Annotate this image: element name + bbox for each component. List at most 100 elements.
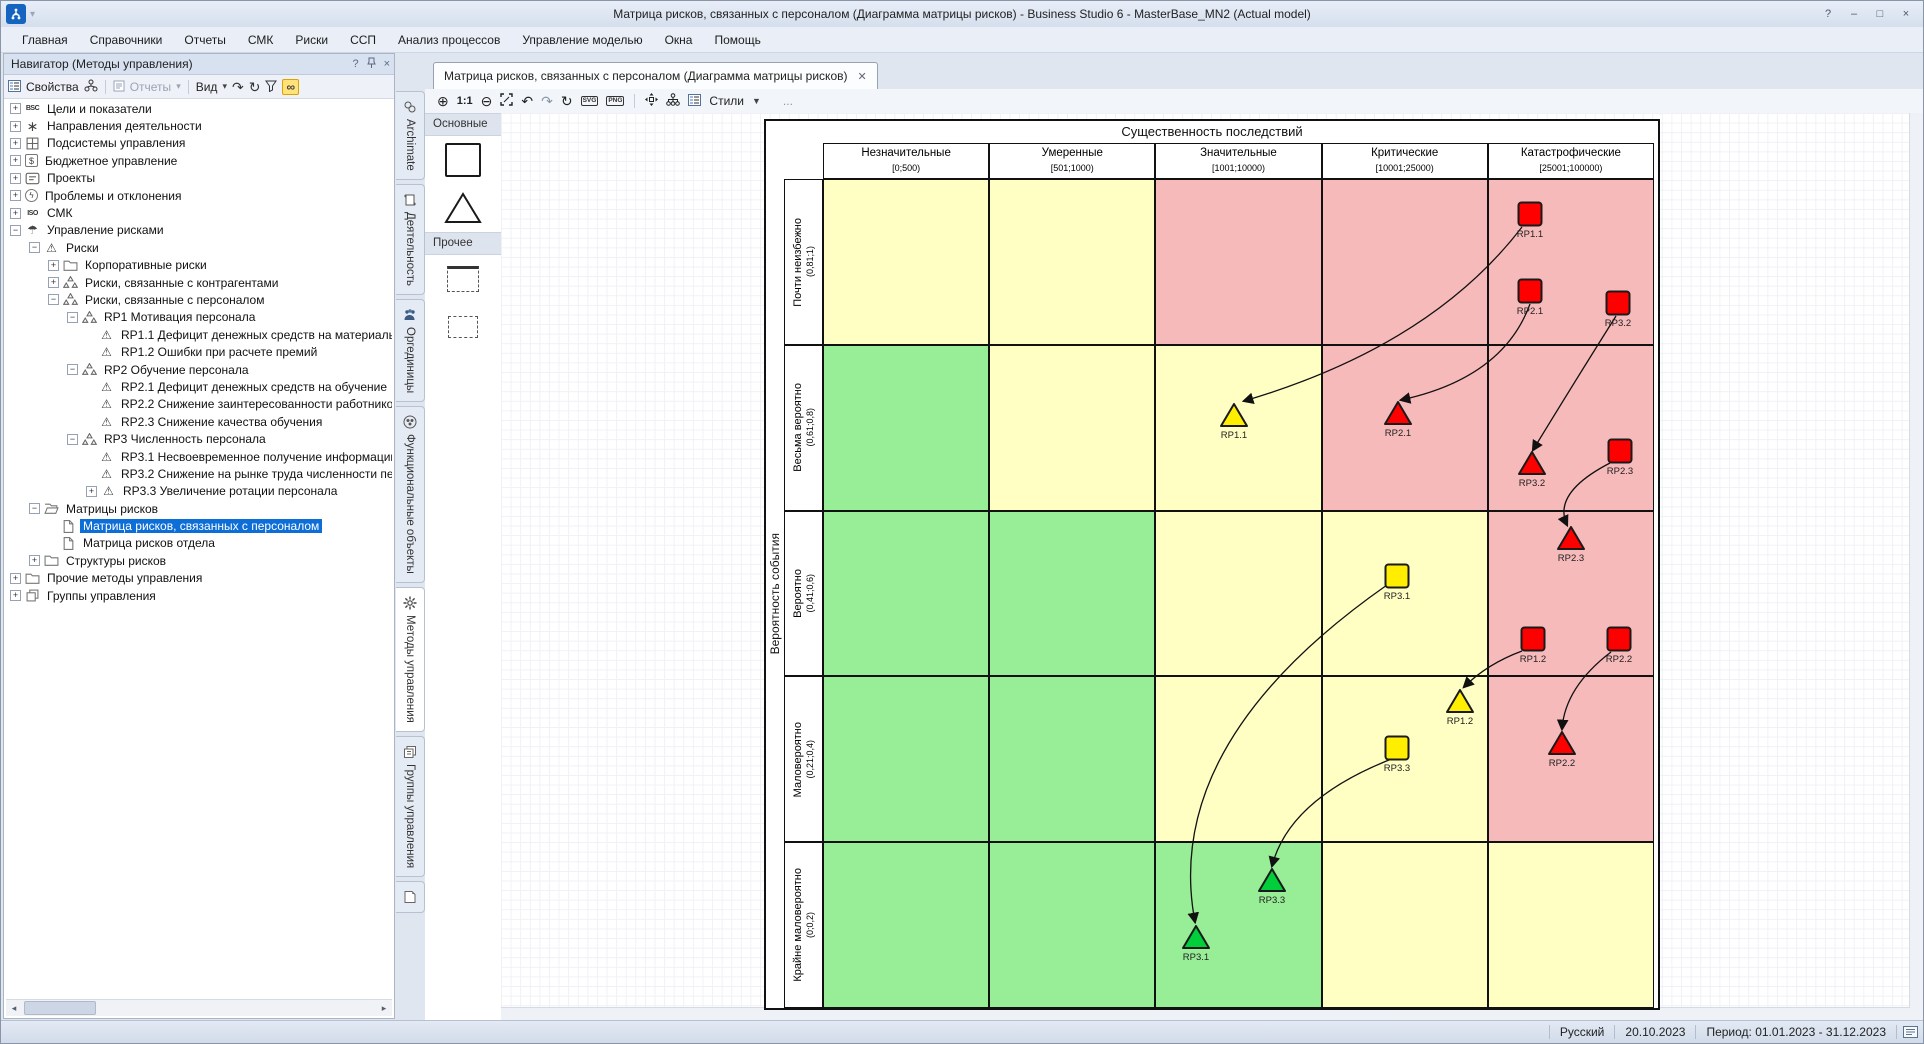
pan-icon[interactable] bbox=[645, 93, 658, 109]
scroll-thumb[interactable] bbox=[24, 1001, 96, 1015]
reports-button[interactable]: Отчеты bbox=[130, 80, 171, 94]
expand-toggle-icon[interactable]: + bbox=[10, 208, 21, 219]
tree-item[interactable]: ⚠RP3.2 Снижение на рынке труда численнос… bbox=[6, 465, 392, 482]
tree-layout-icon[interactable] bbox=[666, 93, 680, 109]
export-svg-icon[interactable]: SVG bbox=[581, 96, 599, 107]
tree-item[interactable]: +Структуры рисков bbox=[6, 552, 392, 569]
refresh-icon[interactable]: ↻ bbox=[249, 80, 261, 94]
styles-dropdown-icon[interactable]: ▼ bbox=[752, 96, 761, 106]
status-date[interactable]: 20.10.2023 bbox=[1614, 1025, 1695, 1039]
tree-item[interactable]: −RP3 Численность персонала bbox=[6, 430, 392, 447]
palette-tab-funcobj[interactable]: Функциональные объекты bbox=[396, 406, 425, 583]
expand-toggle-icon[interactable]: − bbox=[48, 294, 59, 305]
tree-item[interactable]: +Проекты bbox=[6, 170, 392, 187]
scroll-left-icon[interactable]: ◂ bbox=[6, 1003, 22, 1014]
tree-item[interactable]: +⚠RP3.3 Увеличение ротации персонала bbox=[6, 483, 392, 500]
expand-toggle-icon[interactable]: − bbox=[29, 503, 40, 514]
document-tab[interactable]: Матрица рисков, связанных с персоналом (… bbox=[433, 62, 878, 89]
tree-item[interactable]: Матрица рисков отдела bbox=[6, 535, 392, 552]
expand-toggle-icon[interactable]: + bbox=[86, 486, 97, 497]
expand-toggle-icon[interactable]: + bbox=[10, 103, 21, 114]
fit-screen-icon[interactable] bbox=[500, 93, 513, 109]
expand-toggle-icon[interactable]: + bbox=[10, 590, 21, 601]
tree-item[interactable]: ⚠RP1.1 Дефицит денежных средств на матер… bbox=[6, 326, 392, 343]
expand-toggle-icon[interactable]: + bbox=[10, 121, 21, 132]
tree-item[interactable]: ⚠RP2.2 Снижение заинтересованности работ… bbox=[6, 396, 392, 413]
menu-item[interactable]: ССП bbox=[339, 29, 387, 51]
tree-item[interactable]: −RP1 Мотивация персонала bbox=[6, 309, 392, 326]
menu-item[interactable]: Анализ процессов bbox=[387, 29, 511, 51]
menu-item[interactable]: Окна bbox=[654, 29, 704, 51]
new-palette-icon[interactable] bbox=[396, 881, 425, 913]
undo-icon[interactable]: ↶ bbox=[521, 94, 533, 108]
filter-icon[interactable] bbox=[265, 80, 277, 94]
expand-toggle-icon[interactable]: + bbox=[48, 260, 59, 271]
reports-dropdown-icon[interactable]: ▾ bbox=[176, 81, 181, 92]
expand-toggle-icon[interactable]: − bbox=[67, 434, 78, 445]
toolbar-overflow[interactable]: ... bbox=[783, 94, 793, 108]
tree-item[interactable]: +Прочие методы управления bbox=[6, 570, 392, 587]
help-window-button[interactable]: ? bbox=[1821, 8, 1835, 20]
status-panel-icon[interactable] bbox=[1896, 1025, 1923, 1039]
menu-item[interactable]: Управление моделью bbox=[511, 29, 653, 51]
menu-item[interactable]: Риски bbox=[284, 29, 339, 51]
close-panel-icon[interactable]: × bbox=[384, 58, 390, 70]
palette-tab-people[interactable]: Оргединицы bbox=[396, 299, 425, 402]
palette-tab-archimate[interactable]: Archimate bbox=[396, 91, 425, 180]
expand-toggle-icon[interactable]: − bbox=[67, 312, 78, 323]
menu-item[interactable]: Справочники bbox=[79, 29, 174, 51]
tree-item[interactable]: +Корпоративные риски bbox=[6, 257, 392, 274]
styles-button[interactable]: Стили bbox=[709, 94, 744, 108]
expand-toggle-icon[interactable]: + bbox=[48, 277, 59, 288]
expand-toggle-icon[interactable]: + bbox=[10, 190, 21, 201]
tree-item[interactable]: +ISOСМК bbox=[6, 204, 392, 221]
expand-toggle-icon[interactable]: + bbox=[10, 573, 21, 584]
expand-toggle-icon[interactable]: − bbox=[10, 225, 21, 236]
maximize-button[interactable]: □ bbox=[1873, 8, 1887, 20]
tree-item[interactable]: +∗Направления деятельности bbox=[6, 117, 392, 134]
palette-tab-methods[interactable]: Методы управления bbox=[396, 587, 425, 732]
palette-tab-mgroups[interactable]: Группы управления bbox=[396, 736, 425, 877]
expand-toggle-icon[interactable]: + bbox=[10, 138, 21, 149]
palette-tab-activity[interactable]: Деятельность bbox=[396, 184, 425, 295]
redo-icon[interactable]: ↷ bbox=[541, 94, 553, 108]
minimize-button[interactable]: – bbox=[1847, 8, 1861, 20]
expand-toggle-icon[interactable]: + bbox=[29, 555, 40, 566]
menu-item[interactable]: Главная bbox=[11, 29, 79, 51]
zoom-out-icon[interactable]: ⊖ bbox=[481, 94, 493, 108]
view-dropdown-icon[interactable]: ▾ bbox=[222, 81, 227, 92]
expand-toggle-icon[interactable]: + bbox=[10, 173, 21, 184]
hierarchy-icon[interactable] bbox=[84, 79, 98, 94]
triangle-shape[interactable] bbox=[444, 192, 482, 224]
link-mode-icon[interactable]: ∞ bbox=[282, 79, 299, 95]
tab-close-icon[interactable]: ✕ bbox=[858, 70, 867, 83]
tree-item[interactable]: −Матрицы рисков bbox=[6, 500, 392, 517]
tree-item[interactable]: −Риски, связанные с персоналом bbox=[6, 291, 392, 308]
tree-item[interactable]: Матрица рисков, связанных с персоналом bbox=[6, 517, 392, 534]
export-png-icon[interactable]: PNG bbox=[606, 96, 624, 107]
close-button[interactable]: × bbox=[1899, 8, 1913, 20]
properties-icon[interactable] bbox=[8, 80, 21, 94]
refresh-diagram-icon[interactable]: ↻ bbox=[561, 94, 573, 108]
tree-item[interactable]: +BSCЦели и показатели bbox=[6, 100, 392, 117]
menu-item[interactable]: Помощь bbox=[703, 29, 771, 51]
status-language[interactable]: Русский bbox=[1549, 1025, 1615, 1039]
expand-toggle-icon[interactable]: − bbox=[67, 364, 78, 375]
go-to-icon[interactable]: ↷ bbox=[232, 80, 244, 94]
menu-item[interactable]: Отчеты bbox=[173, 29, 236, 51]
dashed-rect-topbar-shape[interactable] bbox=[447, 266, 479, 292]
quick-access-dropdown[interactable]: ▾ bbox=[30, 9, 35, 20]
expand-toggle-icon[interactable]: − bbox=[29, 242, 40, 253]
square-shape[interactable] bbox=[445, 143, 481, 177]
tree-item[interactable]: +Группы управления bbox=[6, 587, 392, 604]
menu-item[interactable]: СМК bbox=[237, 29, 285, 51]
status-period[interactable]: Период: 01.01.2023 - 31.12.2023 bbox=[1695, 1025, 1896, 1039]
properties-panel-icon[interactable] bbox=[688, 94, 701, 109]
tree-item[interactable]: +ϟПроблемы и отклонения bbox=[6, 187, 392, 204]
tree-item[interactable]: +Подсистемы управления bbox=[6, 135, 392, 152]
navigator-hscrollbar[interactable]: ◂ ▸ bbox=[6, 999, 392, 1016]
canvas-vscrollbar[interactable] bbox=[1909, 113, 1923, 1021]
zoom-in-icon[interactable]: ⊕ bbox=[437, 94, 449, 108]
properties-button[interactable]: Свойства bbox=[26, 80, 79, 94]
dashed-rect-shape[interactable] bbox=[448, 316, 478, 338]
